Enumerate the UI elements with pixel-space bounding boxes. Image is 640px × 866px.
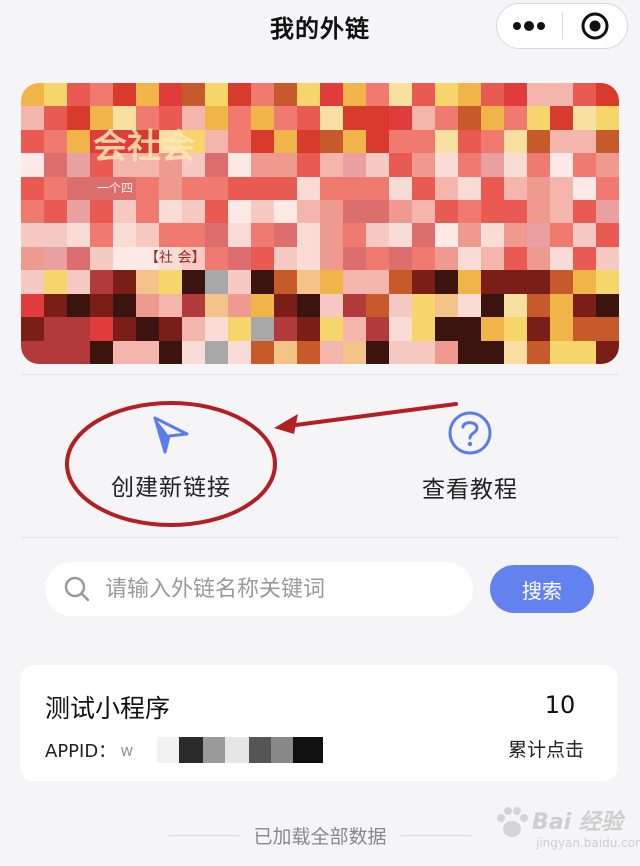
click-count-label: 累计点击 [508, 739, 585, 761]
search-icon [64, 576, 90, 602]
question-circle-icon [448, 411, 492, 455]
create-link-button[interactable]: 创建新链接 [96, 414, 246, 502]
footer-line-right [400, 835, 471, 836]
send-icon [153, 416, 189, 454]
banner-title-text: 会社会 [93, 127, 195, 167]
banner-tag-text: 【社 会】 [145, 250, 206, 266]
search-bar[interactable] [45, 562, 473, 616]
link-list-item[interactable]: 测试小程序 APPID： w 10 累计点击 [20, 665, 618, 781]
divider-middle [21, 537, 619, 538]
paw-icon [497, 807, 528, 837]
view-tutorial-button[interactable]: 查看教程 [405, 410, 535, 504]
watermark-sub: jingyan.baidu.com [536, 836, 640, 850]
search-button[interactable]: 搜索 [490, 565, 594, 613]
banner-image[interactable]: 会社会 一个四 【社 会】 [21, 83, 619, 364]
target-close-icon [581, 12, 609, 40]
more-button[interactable] [497, 4, 562, 48]
appid-value: w [120, 740, 134, 760]
mini-program-capsule [496, 3, 628, 49]
appid-row: APPID： w [45, 737, 324, 763]
appid-label: APPID： [45, 741, 117, 762]
click-count: 10 [544, 691, 576, 719]
footer-line-left [169, 835, 240, 836]
appid-redaction [141, 737, 324, 763]
more-dots-icon [513, 21, 546, 31]
view-tutorial-label: 查看教程 [422, 477, 518, 503]
search-input[interactable] [103, 575, 447, 603]
baidu-watermark: Bai 经验 jingyan.baidu.com [492, 796, 640, 860]
divider-top [21, 374, 619, 375]
mini-program-name: 测试小程序 [45, 694, 171, 723]
banner-subtitle-text: 一个四 [97, 181, 134, 195]
load-complete-text: 已加载全部数据 [253, 826, 387, 848]
watermark-text: Bai 经验 [532, 810, 623, 835]
annotation-arrow-head [274, 414, 298, 434]
close-mini-program-button[interactable] [563, 4, 628, 48]
page-title: 我的外链 [270, 14, 370, 43]
create-link-label: 创建新链接 [111, 475, 231, 501]
